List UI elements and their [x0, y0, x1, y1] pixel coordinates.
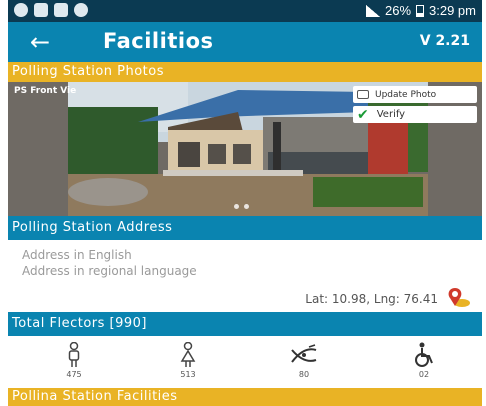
- male-count: 475: [66, 370, 82, 379]
- map-pin-icon[interactable]: [444, 286, 472, 308]
- update-photo-label: Update Photo: [375, 89, 437, 100]
- transgender-stat: 80: [284, 342, 324, 379]
- facilities-section-header: Pollina Station Facilities: [8, 388, 482, 406]
- photos-section-header: Polling Station Photos: [8, 62, 482, 82]
- camera-icon: [357, 90, 369, 99]
- disabled-count: 02: [418, 370, 430, 379]
- female-icon: [180, 342, 196, 367]
- lat-lng-value: Lat: 10.98, Lng: 76.41: [305, 292, 438, 306]
- transgender-count: 80: [298, 370, 310, 379]
- carousel-indicator: [234, 204, 249, 209]
- wheelchair-icon: [415, 342, 433, 367]
- electors-section-header: Total Flectors [990]: [8, 312, 482, 336]
- app-notification-icon: [74, 3, 88, 17]
- signal-icon: [365, 4, 380, 17]
- carousel-dot[interactable]: [244, 204, 249, 209]
- verify-label: Verify: [376, 109, 406, 120]
- address-panel: Address in English Address in regional l…: [8, 240, 482, 312]
- address-english: Address in English: [22, 248, 132, 262]
- transgender-icon: [291, 344, 317, 363]
- disabled-stat: 02: [404, 342, 444, 379]
- arrow-left-icon[interactable]: ←: [30, 28, 50, 56]
- electors-stats: 475 513 80 02: [8, 336, 482, 388]
- carousel-dot[interactable]: [234, 204, 239, 209]
- battery-percent: 26%: [384, 3, 412, 18]
- address-section-header: Polling Station Address: [8, 216, 482, 240]
- battery-icon: [416, 4, 425, 17]
- app-frame: 26% 3:29 pm ← Facilitios V 2.21 Polling …: [8, 0, 482, 406]
- male-stat: 475: [54, 342, 94, 379]
- notification-icons: [14, 3, 88, 17]
- male-icon: [68, 342, 80, 367]
- app-bar: ← Facilitios V 2.21: [8, 22, 482, 62]
- status-bar: 26% 3:29 pm: [8, 0, 482, 22]
- checkmark-icon: ✔: [357, 106, 369, 123]
- youtube-icon: [54, 3, 68, 17]
- verify-button[interactable]: ✔ Verify: [353, 106, 477, 123]
- message-icon: [34, 3, 48, 17]
- address-regional: Address in regional language: [22, 264, 197, 278]
- update-photo-button[interactable]: Update Photo: [353, 86, 477, 103]
- status-right: 26% 3:29 pm: [365, 3, 476, 18]
- female-stat: 513: [168, 342, 208, 379]
- page-title: Facilitios: [103, 29, 214, 53]
- whatsapp-icon: [14, 3, 28, 17]
- clock: 3:29 pm: [429, 3, 476, 18]
- photo-carousel[interactable]: PS Front Vie Update Photo ✔ Verify: [8, 82, 482, 216]
- female-count: 513: [180, 370, 196, 379]
- version-label: V 2.21: [419, 33, 470, 49]
- photo-label: PS Front Vie: [14, 86, 77, 96]
